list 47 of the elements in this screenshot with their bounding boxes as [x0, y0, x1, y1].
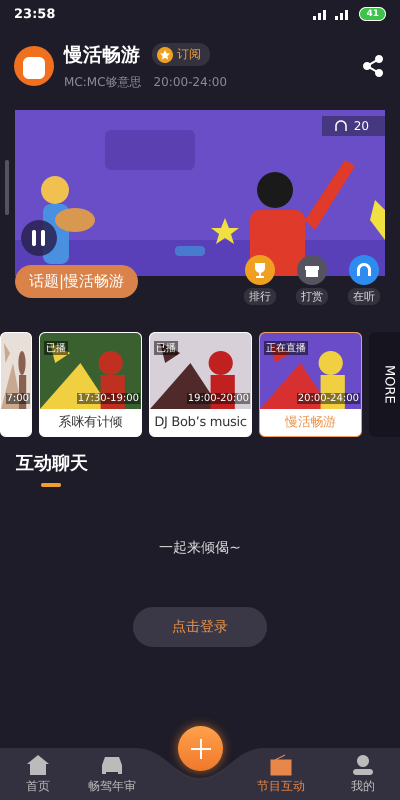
- status-badge: 正在直播: [264, 341, 308, 355]
- nav-tab[interactable]: 畅驾年审: [74, 748, 150, 800]
- action-button[interactable]: 排行: [239, 255, 281, 305]
- program-name: DJ Bob’s music: [153, 414, 248, 432]
- share-icon[interactable]: [362, 55, 384, 77]
- pause-icon: [32, 230, 46, 246]
- listener-number: 20: [354, 119, 369, 133]
- headphones-icon: [349, 255, 379, 285]
- nav-tab[interactable]: 我的: [325, 748, 400, 800]
- host-label: MC:MC够意思: [64, 74, 142, 90]
- program-card[interactable]: 已播 17:30-19:00 系咪有计倾: [39, 332, 142, 437]
- action-button[interactable]: 打赏: [291, 255, 333, 305]
- radio-icon: [269, 754, 293, 776]
- program-name: 慢活畅游: [284, 414, 337, 432]
- subscribe-button[interactable]: 订阅: [152, 43, 210, 66]
- user-icon: [351, 754, 375, 776]
- program-card[interactable]: 正在直播 20:00-24:00 慢活畅游: [259, 332, 362, 437]
- program-time: 19:00-20:00: [186, 393, 250, 404]
- status-time: 23:58: [14, 6, 56, 22]
- program-time: 17:30-19:00: [76, 393, 140, 404]
- status-badge: 已播: [44, 341, 68, 355]
- status-badge: 已播: [154, 341, 178, 355]
- program-time: 20:00-24:00: [296, 393, 360, 404]
- more-button[interactable]: MORE: [369, 332, 400, 437]
- action-label: 排行: [244, 288, 276, 305]
- headphones-icon: [334, 119, 348, 133]
- action-label: 打赏: [296, 288, 328, 305]
- program-title: 慢活畅游: [64, 42, 140, 68]
- empty-message: 一起来倾偈~: [159, 539, 241, 557]
- avatar-icon: [14, 46, 54, 86]
- login-button[interactable]: 点击登录: [133, 607, 267, 647]
- program-name: 系咪有计倾: [58, 414, 124, 432]
- nav-tab[interactable]: 节目互动: [243, 748, 319, 800]
- trophy-icon: [245, 255, 275, 285]
- gift-icon: [297, 255, 327, 285]
- add-button[interactable]: [178, 726, 223, 771]
- program-card[interactable]: 已播 19:00-20:00 DJ Bob’s music: [149, 332, 252, 437]
- section-title: 互动聊天: [16, 452, 89, 475]
- battery-icon: 41: [359, 7, 386, 21]
- home-icon: [26, 754, 50, 776]
- time-label: 20:00-24:00: [154, 75, 228, 89]
- program-card[interactable]: 7:00: [0, 332, 32, 437]
- action-label: 在听: [348, 288, 380, 305]
- program-time: 7:00: [6, 393, 30, 404]
- nav-tab[interactable]: 首页: [0, 748, 76, 800]
- action-button[interactable]: 在听: [343, 255, 385, 305]
- plus-icon: [190, 738, 210, 758]
